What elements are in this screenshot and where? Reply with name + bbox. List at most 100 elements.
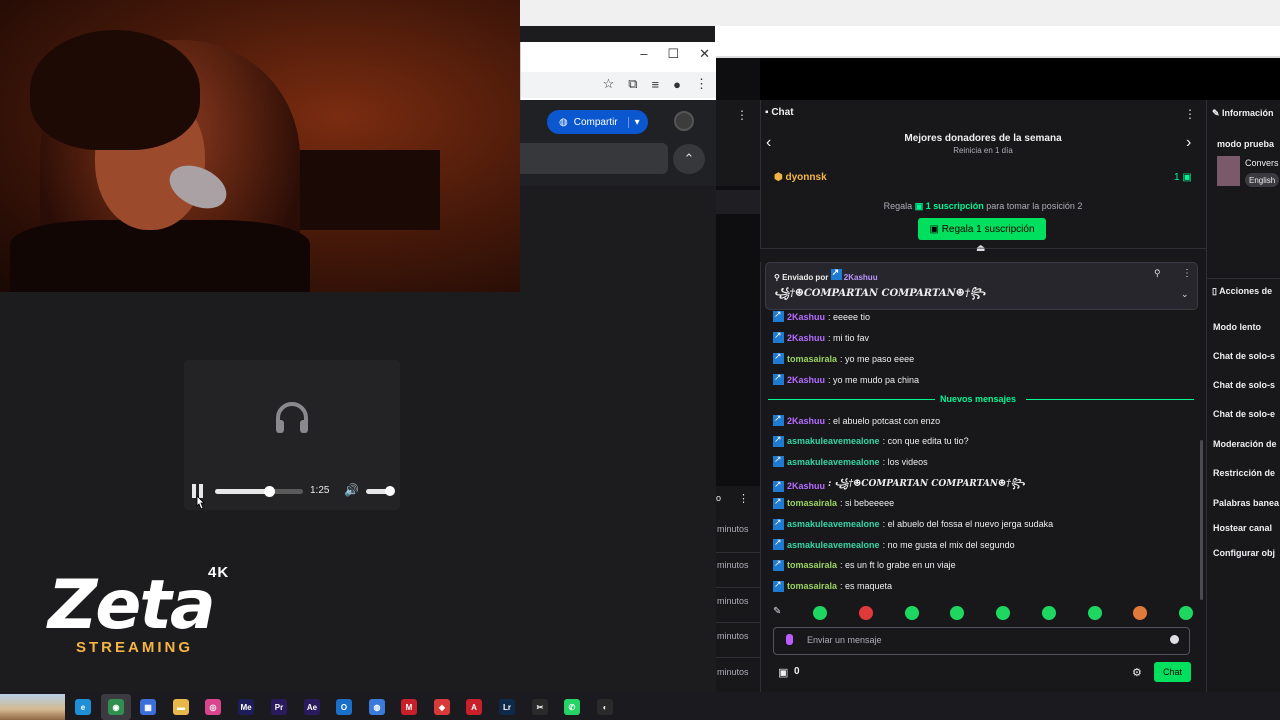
lightroom-icon[interactable]: Lr xyxy=(499,699,515,715)
capcut-icon[interactable]: ✂ xyxy=(532,699,548,715)
middle-row xyxy=(716,190,760,214)
chevron-down-icon[interactable]: ⌄ xyxy=(1181,289,1189,300)
chat-username[interactable]: 2Kashuu xyxy=(787,312,825,322)
chat-username[interactable]: tomasairala xyxy=(787,498,837,508)
chrome-icon[interactable]: ◉ xyxy=(108,699,124,715)
chat-text: : el abuelo del fossa el nuevo jerga sud… xyxy=(882,519,1054,529)
extensions-icon[interactable]: ⧉ xyxy=(628,76,637,92)
chat-username[interactable]: 2Kashuu xyxy=(787,481,825,491)
more-options-icon[interactable]: ⋮ xyxy=(1182,268,1192,279)
star-icon[interactable]: ☆ xyxy=(603,76,615,92)
action-host-channel[interactable]: Hostear canal xyxy=(1213,523,1272,533)
action-restriction[interactable]: Restricción de xyxy=(1213,468,1275,478)
action-configure[interactable]: Configurar obj xyxy=(1213,548,1275,558)
activity-time: minutos xyxy=(717,631,749,641)
verified-badge-icon xyxy=(773,454,784,468)
more-options-icon[interactable]: ⋮ xyxy=(1184,107,1196,121)
app-toolbar-bar[interactable] xyxy=(520,143,668,174)
emote-icon[interactable] xyxy=(996,606,1011,620)
gift-sub-button[interactable]: ▣ Regala 1 suscripción xyxy=(918,218,1046,240)
chat-username[interactable]: asmakuleavemealone xyxy=(787,519,880,529)
crown-icon: ⬢ xyxy=(774,172,786,183)
emote-icon[interactable] xyxy=(858,606,873,620)
chat-username[interactable]: asmakuleavemealone xyxy=(787,540,880,550)
emote-icon[interactable] xyxy=(1179,606,1193,620)
chat-username[interactable]: tomasairala xyxy=(787,581,837,591)
browser-tools: ☆ ⧉ ≡ ● ⋮ xyxy=(603,76,708,92)
chat-username[interactable]: 2Kashuu xyxy=(787,333,825,343)
browser-window: – ☐ ✕ ☆ ⧉ ≡ ● ⋮ xyxy=(520,42,717,100)
action-subs-only[interactable]: Chat de solo-s xyxy=(1213,380,1275,390)
store-icon[interactable]: ▦ xyxy=(140,699,156,715)
chat-username[interactable]: tomasairala xyxy=(787,354,837,364)
gear-icon[interactable]: ⚙ xyxy=(1132,666,1142,679)
chat-username[interactable]: asmakuleavemealone xyxy=(787,457,880,467)
taskbar-preview[interactable] xyxy=(0,694,65,720)
acrobat-icon[interactable]: A xyxy=(466,699,482,715)
chevron-up-icon[interactable]: ⌃ xyxy=(673,144,705,174)
pinned-username[interactable]: 2Kashuu xyxy=(844,273,878,282)
seek-handle[interactable] xyxy=(264,486,275,497)
volume-icon[interactable]: 🔊 xyxy=(344,483,359,497)
playlist-icon[interactable]: ≡ xyxy=(652,77,660,92)
anydesk-icon[interactable]: ◆ xyxy=(434,699,450,715)
edge-icon[interactable]: e xyxy=(75,699,91,715)
action-banned-words[interactable]: Palabras banea xyxy=(1213,498,1279,508)
action-moderation[interactable]: Moderación de xyxy=(1213,439,1277,449)
send-chat-button[interactable]: Chat xyxy=(1154,662,1191,682)
emote-icon[interactable] xyxy=(813,606,828,620)
chat-username[interactable]: 2Kashuu xyxy=(787,375,825,385)
emote-icon[interactable] xyxy=(1041,606,1056,620)
premiere-icon[interactable]: Pr xyxy=(271,699,287,715)
chat-scrollbar[interactable] xyxy=(1200,440,1203,600)
action-emotes-only[interactable]: Chat de solo-e xyxy=(1213,409,1275,419)
more-options-icon[interactable]: ⋮ xyxy=(738,492,749,505)
obs-icon[interactable]: ◐ xyxy=(597,699,613,715)
emote-icon[interactable] xyxy=(950,606,965,620)
globe-icon[interactable]: ◍ xyxy=(369,699,385,715)
new-messages-label: Nuevos mensajes xyxy=(940,394,1017,404)
instagram-icon[interactable]: ◎ xyxy=(205,699,221,715)
chat-username[interactable]: 2Kashuu xyxy=(787,416,825,426)
chat-message: 2Kashuu: eeeee tio xyxy=(773,309,870,322)
outlook-icon[interactable]: O xyxy=(336,699,352,715)
microphone-icon[interactable] xyxy=(786,634,793,645)
action-slow-mode[interactable]: Modo lento xyxy=(1213,322,1261,332)
chat-text: : el abuelo potcast con enzo xyxy=(828,415,941,426)
seek-progress xyxy=(215,489,270,494)
top-donor[interactable]: ⬢ dyonnsk xyxy=(774,172,827,183)
chat-header: ▪ Chat xyxy=(765,107,794,118)
chat-text: : si bebeeeee xyxy=(840,498,895,509)
scroll-up-icon[interactable]: ⏏ xyxy=(976,243,985,254)
dropdown-arrow-icon[interactable]: ▾ xyxy=(627,116,640,128)
mcafee-icon[interactable]: M xyxy=(401,699,417,715)
chat-message: 2Kashuu: mi tio fav xyxy=(773,330,869,343)
close-button[interactable]: ✕ xyxy=(699,46,710,62)
volume-handle[interactable] xyxy=(385,486,395,496)
verified-badge-icon xyxy=(773,537,784,551)
chat-username[interactable]: tomasairala xyxy=(787,560,837,570)
pin-icon[interactable]: ⚲ xyxy=(1154,268,1161,279)
gift-button-label: Regala 1 suscripción xyxy=(941,223,1035,235)
taskbar xyxy=(0,692,1280,720)
after-effects-icon[interactable]: Ae xyxy=(304,699,320,715)
action-followers-only[interactable]: Chat de solo-s xyxy=(1213,351,1275,361)
emote-icon[interactable] xyxy=(1087,606,1102,620)
explorer-icon[interactable]: ▬ xyxy=(173,699,189,715)
chat-username[interactable]: asmakuleavemealone xyxy=(787,436,880,446)
avatar[interactable] xyxy=(674,111,694,131)
profile-icon[interactable]: ● xyxy=(673,77,681,92)
whatsapp-icon[interactable]: ✆ xyxy=(564,699,580,715)
share-button[interactable]: ◍ Compartir ▾ xyxy=(547,110,648,134)
more-options-icon[interactable]: ⋮ xyxy=(736,108,748,122)
media-encoder-icon[interactable]: Me xyxy=(238,699,254,715)
emote-picker-icon[interactable]: ✎ xyxy=(773,606,781,620)
menu-icon[interactable]: ⋮ xyxy=(695,76,708,92)
emote-icon[interactable] xyxy=(1133,606,1148,620)
activity-list: o ⋮ xyxy=(716,486,760,692)
maximize-button[interactable]: ☐ xyxy=(667,46,679,62)
minimize-button[interactable]: – xyxy=(640,46,647,62)
gift-icon[interactable]: ▣ xyxy=(778,666,788,679)
emote-icon[interactable] xyxy=(904,606,919,620)
emoji-icon[interactable] xyxy=(1170,635,1179,644)
